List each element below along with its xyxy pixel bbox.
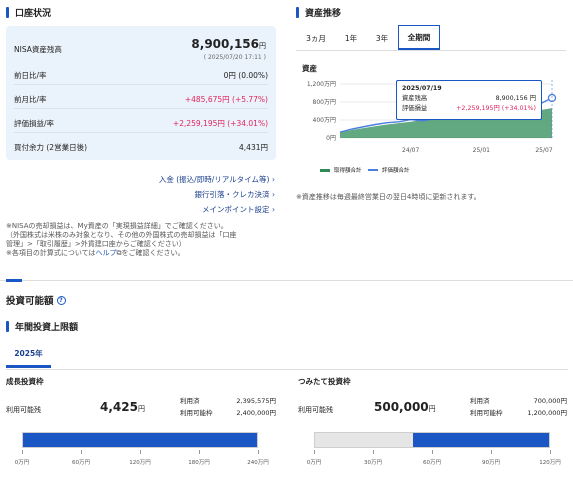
tick-label: 30万円 <box>364 460 382 466</box>
tab-year-2025[interactable]: 2025年 <box>6 342 51 368</box>
tick-mark <box>199 450 200 454</box>
tab-3m[interactable]: 3ヵ月 <box>296 25 336 51</box>
annual-limit-title: 年間投資上限額 <box>6 320 78 333</box>
growth-used-value: 2,395,575円 <box>236 397 276 405</box>
tsumitate-used-label: 利用済 <box>470 397 490 405</box>
nisa-row-value: 4,431円 <box>239 143 268 152</box>
y-tick-label: 0円 <box>326 135 336 142</box>
tsumitate-avail-label: 利用可能残 <box>298 406 333 414</box>
deposit-link[interactable]: 入金 (振込/即時/リアルタイム等) › <box>159 174 275 185</box>
nisa-row-label: 前日比/率 <box>14 70 47 80</box>
legend-valuation: 評価額合計 <box>368 166 410 174</box>
nisa-row-value: 0円 (0.00%) <box>223 70 268 80</box>
nisa-card: NISA資産残高 8,900,156円 ( 2025/07/20 17:11 )… <box>6 26 276 160</box>
nisa-balance-date: ( 2025/07/20 17:11 ) <box>203 54 266 61</box>
tsumitate-title: つみたて投資枠 <box>298 377 351 386</box>
chart-tooltip: 2025/07/19 資産残高 8,900,156 円 評価損益 +2,259,19… <box>396 80 542 120</box>
nisa-row: 前月比/率 +485,675円 (+5.77%) <box>14 90 268 109</box>
growth-title: 成長投資枠 <box>6 377 44 386</box>
nisa-balance-label: NISA資産残高 <box>14 45 62 54</box>
tick-mark <box>140 450 141 454</box>
tsumitate-limit-label: 利用可能枠 <box>470 409 503 417</box>
nisa-notes: ※NISAの売却損益は、My資産の「実現損益詳細」でご確認ください。 （外国株式… <box>6 222 237 257</box>
account-status-title: 口座状況 <box>6 6 51 19</box>
nisa-row: 前日比/率 0円 (0.00%) <box>14 66 268 85</box>
growth-limit-value: 2,400,000円 <box>236 409 276 417</box>
tab-1y[interactable]: 1年 <box>336 25 366 51</box>
tsumitate-progress-bar <box>314 432 550 448</box>
growth-avail-value: 4,425円 <box>100 400 145 414</box>
tick-label: 0万円 <box>14 460 30 466</box>
legend-acquisition: 取得額合計 <box>320 166 362 174</box>
tick-label: 180万円 <box>188 460 210 466</box>
growth-limit-label: 利用可能枠 <box>180 409 213 417</box>
tick-mark <box>491 450 492 454</box>
tick-mark <box>22 450 23 454</box>
investable-title: 投資可能額? <box>6 293 66 307</box>
x-tick-label: 25/07 <box>535 147 552 154</box>
tick-label: 60万円 <box>423 460 441 466</box>
y-tick-label: 1,200万円 <box>307 81 336 88</box>
nisa-row-label: 買付余力 (2営業日後) <box>14 143 88 152</box>
tick-label: 60万円 <box>72 460 90 466</box>
bank-debit-link[interactable]: 銀行引落・クレカ決済 › <box>194 189 275 200</box>
trend-note: ※資産推移は毎週最終営業日の翌日4時頃に更新されます。 <box>296 193 481 201</box>
growth-used-label: 利用済 <box>180 397 200 405</box>
tick-label: 240万円 <box>247 460 269 466</box>
tick-mark <box>432 450 433 454</box>
asset-trend-title: 資産推移 <box>296 6 341 19</box>
tick-mark <box>258 450 259 454</box>
tick-label: 90万円 <box>482 460 500 466</box>
chart-label: 資産 <box>302 64 317 73</box>
tick-label: 120万円 <box>539 460 561 466</box>
help-link[interactable]: ヘルプ <box>96 249 117 257</box>
growth-avail-label: 利用可能残 <box>6 406 41 414</box>
tsumitate-limit-value: 1,200,000円 <box>527 409 567 417</box>
nisa-balance-value: 8,900,156円 <box>191 37 266 51</box>
tsumitate-avail-value: 500,000円 <box>374 400 436 414</box>
tab-all[interactable]: 全期間 <box>398 25 440 51</box>
tick-mark <box>373 450 374 454</box>
tick-label: 120万円 <box>129 460 151 466</box>
tick-mark <box>314 450 315 454</box>
tsumitate-used-value: 700,000円 <box>533 397 567 405</box>
growth-progress-bar <box>22 432 258 448</box>
help-circle-icon[interactable]: ? <box>56 295 66 305</box>
chevron-right-icon: › <box>272 190 275 199</box>
nisa-row-label: 前月比/率 <box>14 94 47 104</box>
y-tick-label: 400万円 <box>313 117 336 124</box>
nisa-row-value: +485,675円 (+5.77%) <box>184 94 268 104</box>
main-point-link[interactable]: メインポイント設定 › <box>202 204 275 215</box>
chevron-right-icon: › <box>272 205 275 214</box>
y-tick-label: 800万円 <box>313 99 336 106</box>
nisa-row-value: +2,259,195円 (+34.01%) <box>172 118 268 128</box>
tick-mark <box>81 450 82 454</box>
x-tick-label: 25/01 <box>473 147 490 154</box>
nisa-row: 評価損益/率 +2,259,195円 (+34.01%) <box>14 114 268 133</box>
tick-label: 0万円 <box>306 460 322 466</box>
nisa-row: 買付余力 (2営業日後) 4,431円 <box>14 138 268 157</box>
tab-3y[interactable]: 3年 <box>366 25 398 51</box>
chevron-right-icon: › <box>272 175 275 184</box>
x-tick-label: 24/07 <box>402 147 419 154</box>
nisa-row-label: 評価損益/率 <box>14 118 55 128</box>
tick-mark <box>550 450 551 454</box>
